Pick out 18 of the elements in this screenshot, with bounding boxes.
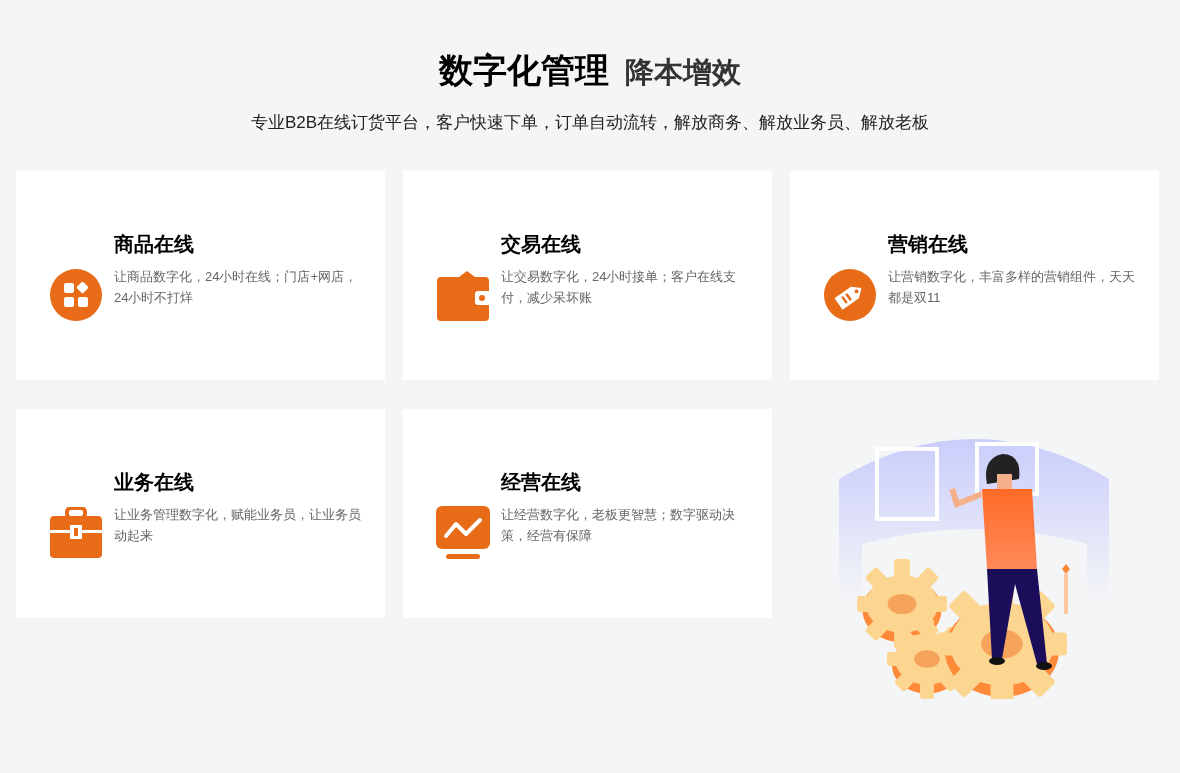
tag-icon (824, 268, 876, 321)
feature-title: 交易在线 (501, 231, 582, 257)
briefcase-icon (50, 506, 102, 559)
page-subtitle: 专业B2B在线订货平台，客户快速下单，订单自动流转，解放商务、解放业务员、解放老板 (250, 112, 930, 134)
chart-icon (436, 505, 490, 560)
page-title: 数字化管理 (439, 50, 609, 91)
feature-description: 让营销数字化，丰富多样的营销组件，天天都是双11 (888, 267, 1136, 307)
wallet-icon (437, 268, 489, 321)
page-title-accent: 降本增效 (625, 55, 741, 90)
feature-description: 让经营数字化，老板更智慧；数字驱动决策，经营有保障 (501, 505, 736, 545)
feature-title: 商品在线 (114, 231, 195, 257)
feature-title: 业务在线 (114, 469, 195, 495)
feature-description: 让商品数字化，24小时在线；门店+网店，24小时不打烊 (114, 267, 359, 307)
feature-description: 让业务管理数字化，赋能业务员，让业务员动起来 (114, 505, 362, 545)
feature-title: 营销在线 (888, 231, 969, 257)
feature-title: 经营在线 (501, 469, 582, 495)
grid-icon (50, 268, 102, 321)
feature-description: 让交易数字化，24小时接单；客户在线支付，减少呆坏账 (501, 267, 738, 307)
